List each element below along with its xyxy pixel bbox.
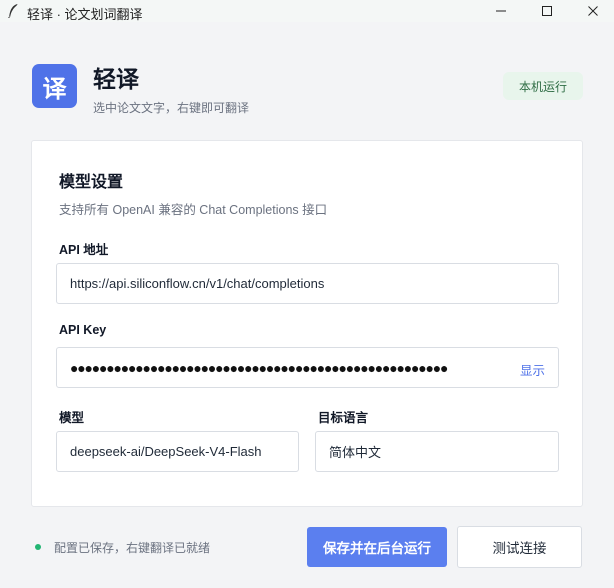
api-key-value: ●●●●●●●●●●●●●●●●●●●●●●●●●●●●●●●●●●●●●●●●… — [70, 359, 449, 376]
app-subtitle: 选中论文文字，右键即可翻译 — [93, 101, 250, 115]
status-text: 配置已保存，右键翻译已就绪 — [54, 541, 211, 555]
model-settings-card: 模型设置 支持所有 OpenAI 兼容的 Chat Completions 接口… — [31, 140, 583, 507]
api-url-input[interactable]: https://api.siliconflow.cn/v1/chat/compl… — [56, 263, 559, 304]
minimize-button[interactable] — [478, 0, 524, 22]
status-badge: 本机运行 — [503, 72, 583, 100]
save-and-run-button[interactable]: 保存并在后台运行 — [307, 527, 447, 567]
close-button[interactable] — [570, 0, 614, 22]
show-key-button[interactable]: 显示 — [520, 360, 545, 379]
target-language-input[interactable]: 简体中文 — [315, 431, 559, 472]
minimize-icon — [496, 10, 506, 12]
model-label: 模型 — [59, 411, 85, 425]
api-url-label: API 地址 — [59, 243, 109, 257]
target-language-value: 简体中文 — [329, 445, 382, 460]
model-value: deepseek-ai/DeepSeek-V4-Flash — [70, 444, 262, 459]
maximize-icon — [542, 6, 552, 16]
status-dot-icon — [35, 544, 41, 550]
window-title: 轻译 · 论文划词翻译 — [27, 7, 143, 22]
model-input[interactable]: deepseek-ai/DeepSeek-V4-Flash — [56, 431, 299, 472]
api-url-value: https://api.siliconflow.cn/v1/chat/compl… — [70, 276, 325, 291]
card-title: 模型设置 — [59, 174, 124, 191]
card-subtitle: 支持所有 OpenAI 兼容的 Chat Completions 接口 — [59, 203, 328, 217]
app-name: 轻译 — [93, 66, 139, 92]
close-icon — [588, 6, 598, 16]
api-key-input[interactable]: ●●●●●●●●●●●●●●●●●●●●●●●●●●●●●●●●●●●●●●●●… — [56, 347, 559, 388]
test-connection-button[interactable]: 测试连接 — [457, 526, 582, 568]
api-key-label: API Key — [59, 323, 107, 337]
target-language-label: 目标语言 — [318, 411, 369, 425]
feather-icon — [8, 4, 18, 18]
title-bar: 轻译 · 论文划词翻译 — [0, 0, 614, 22]
app-logo: 译 — [32, 64, 77, 108]
maximize-button[interactable] — [524, 0, 570, 22]
